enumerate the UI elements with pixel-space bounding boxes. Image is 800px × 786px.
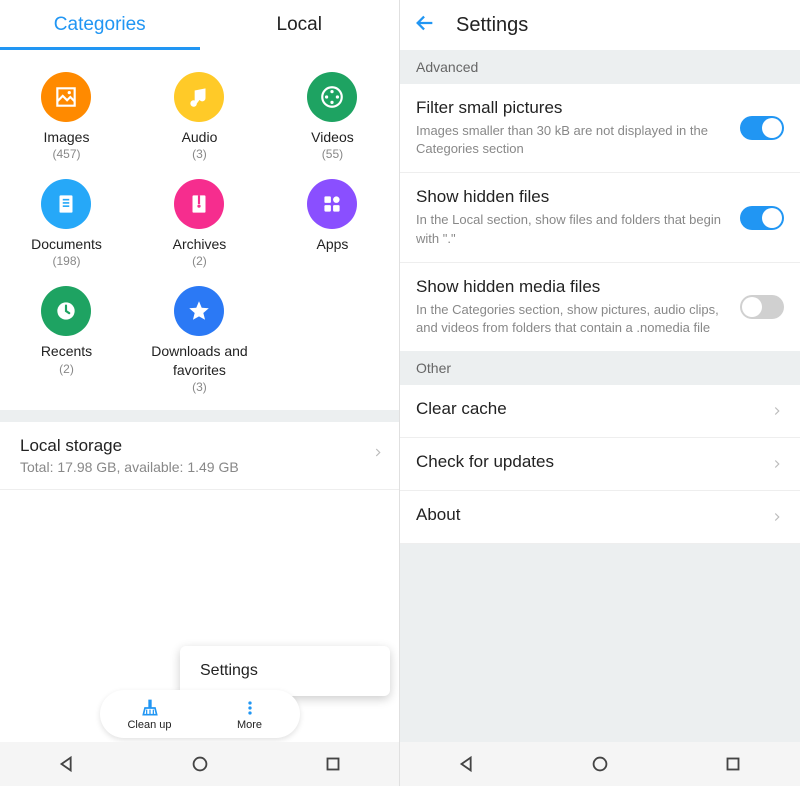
category-label: Archives	[173, 235, 227, 253]
settings-header: Settings	[400, 0, 800, 50]
chevron-right-icon	[770, 457, 784, 471]
section-advanced: Advanced	[400, 50, 800, 84]
circle-home-icon	[189, 753, 211, 775]
right-screen: Settings Advanced Filter small pictures …	[400, 0, 800, 786]
category-count: (198)	[52, 254, 80, 268]
separator	[0, 410, 399, 422]
triangle-back-icon	[456, 753, 478, 775]
tab-local[interactable]: Local	[200, 0, 400, 50]
category-count: (3)	[192, 147, 207, 161]
category-label: Recents	[41, 342, 92, 360]
category-label: Images	[44, 128, 90, 146]
more-label: More	[237, 719, 262, 731]
category-images[interactable]: Images (457)	[0, 60, 133, 167]
home-nav-button[interactable]	[570, 753, 630, 775]
chevron-right-icon	[770, 510, 784, 524]
tabs: Categories Local	[0, 0, 399, 50]
category-label: Apps	[317, 235, 349, 253]
category-archives[interactable]: Archives (2)	[133, 167, 266, 274]
setting-title: About	[416, 505, 760, 525]
cleanup-button[interactable]: Clean up	[100, 690, 200, 738]
android-navbar	[0, 742, 399, 786]
setting-title: Filter small pictures	[416, 98, 730, 118]
recents-nav-button[interactable]	[703, 753, 763, 775]
image-icon	[41, 72, 91, 122]
section-other: Other	[400, 351, 800, 385]
back-nav-button[interactable]	[437, 753, 497, 775]
broom-icon	[140, 698, 160, 718]
tab-categories[interactable]: Categories	[0, 0, 200, 50]
setting-description: Images smaller than 30 kB are not displa…	[416, 122, 730, 158]
category-label: Videos	[311, 128, 354, 146]
setting-check-updates[interactable]: Check for updates	[400, 438, 800, 491]
setting-filter-small-pictures[interactable]: Filter small pictures Images smaller tha…	[400, 84, 800, 173]
category-count: (55)	[322, 147, 343, 161]
chevron-right-icon	[770, 404, 784, 418]
settings-popup[interactable]: Settings	[180, 646, 390, 696]
triangle-back-icon	[56, 753, 78, 775]
circle-home-icon	[589, 753, 611, 775]
android-navbar	[400, 742, 800, 786]
storage-title: Local storage	[20, 436, 379, 456]
clock-icon	[41, 286, 91, 336]
category-apps[interactable]: Apps	[266, 167, 399, 274]
category-count: (3)	[192, 380, 207, 394]
recents-nav-button[interactable]	[303, 753, 363, 775]
square-recents-icon	[722, 753, 744, 775]
film-reel-icon	[307, 72, 357, 122]
back-button[interactable]	[414, 12, 450, 39]
more-button[interactable]: More	[200, 690, 300, 738]
category-documents[interactable]: Documents (198)	[0, 167, 133, 274]
toggle-hidden-media[interactable]	[740, 295, 784, 319]
toggle-filter-small[interactable]	[740, 116, 784, 140]
category-count: (457)	[52, 147, 80, 161]
page-title: Settings	[456, 14, 528, 37]
category-label: Downloads and favorites	[144, 342, 254, 378]
left-screen: Categories Local Images (457) Audio (3) …	[0, 0, 400, 786]
setting-clear-cache[interactable]: Clear cache	[400, 385, 800, 438]
setting-about[interactable]: About	[400, 491, 800, 544]
setting-title: Show hidden media files	[416, 277, 730, 297]
setting-title: Show hidden files	[416, 187, 730, 207]
chevron-right-icon	[371, 446, 385, 465]
apps-icon	[307, 179, 357, 229]
category-count: (2)	[59, 362, 74, 376]
category-recents[interactable]: Recents (2)	[0, 274, 133, 399]
category-label: Documents	[31, 235, 102, 253]
local-storage-row[interactable]: Local storage Total: 17.98 GB, available…	[0, 422, 399, 490]
archive-icon	[174, 179, 224, 229]
category-grid: Images (457) Audio (3) Videos (55) Docum…	[0, 50, 399, 410]
setting-title: Clear cache	[416, 399, 760, 419]
tab-categories-label: Categories	[54, 14, 146, 36]
storage-subtitle: Total: 17.98 GB, available: 1.49 GB	[20, 459, 379, 475]
tab-local-label: Local	[277, 14, 322, 36]
bottom-pill: Clean up More	[100, 690, 300, 738]
popup-label: Settings	[200, 662, 370, 680]
document-icon	[41, 179, 91, 229]
setting-show-hidden-files[interactable]: Show hidden files In the Local section, …	[400, 173, 800, 262]
arrow-left-icon	[414, 12, 436, 34]
square-recents-icon	[322, 753, 344, 775]
category-audio[interactable]: Audio (3)	[133, 60, 266, 167]
star-icon	[174, 286, 224, 336]
category-label: Audio	[182, 128, 218, 146]
back-nav-button[interactable]	[37, 753, 97, 775]
category-downloads[interactable]: Downloads and favorites (3)	[133, 274, 266, 399]
setting-title: Check for updates	[416, 452, 760, 472]
home-nav-button[interactable]	[170, 753, 230, 775]
setting-show-hidden-media[interactable]: Show hidden media files In the Categorie…	[400, 263, 800, 351]
cleanup-label: Clean up	[127, 719, 171, 731]
setting-description: In the Local section, show files and fol…	[416, 211, 730, 247]
toggle-hidden-files[interactable]	[740, 206, 784, 230]
category-videos[interactable]: Videos (55)	[266, 60, 399, 167]
more-vertical-icon	[240, 698, 260, 718]
setting-description: In the Categories section, show pictures…	[416, 301, 730, 337]
category-count: (2)	[192, 254, 207, 268]
music-note-icon	[174, 72, 224, 122]
